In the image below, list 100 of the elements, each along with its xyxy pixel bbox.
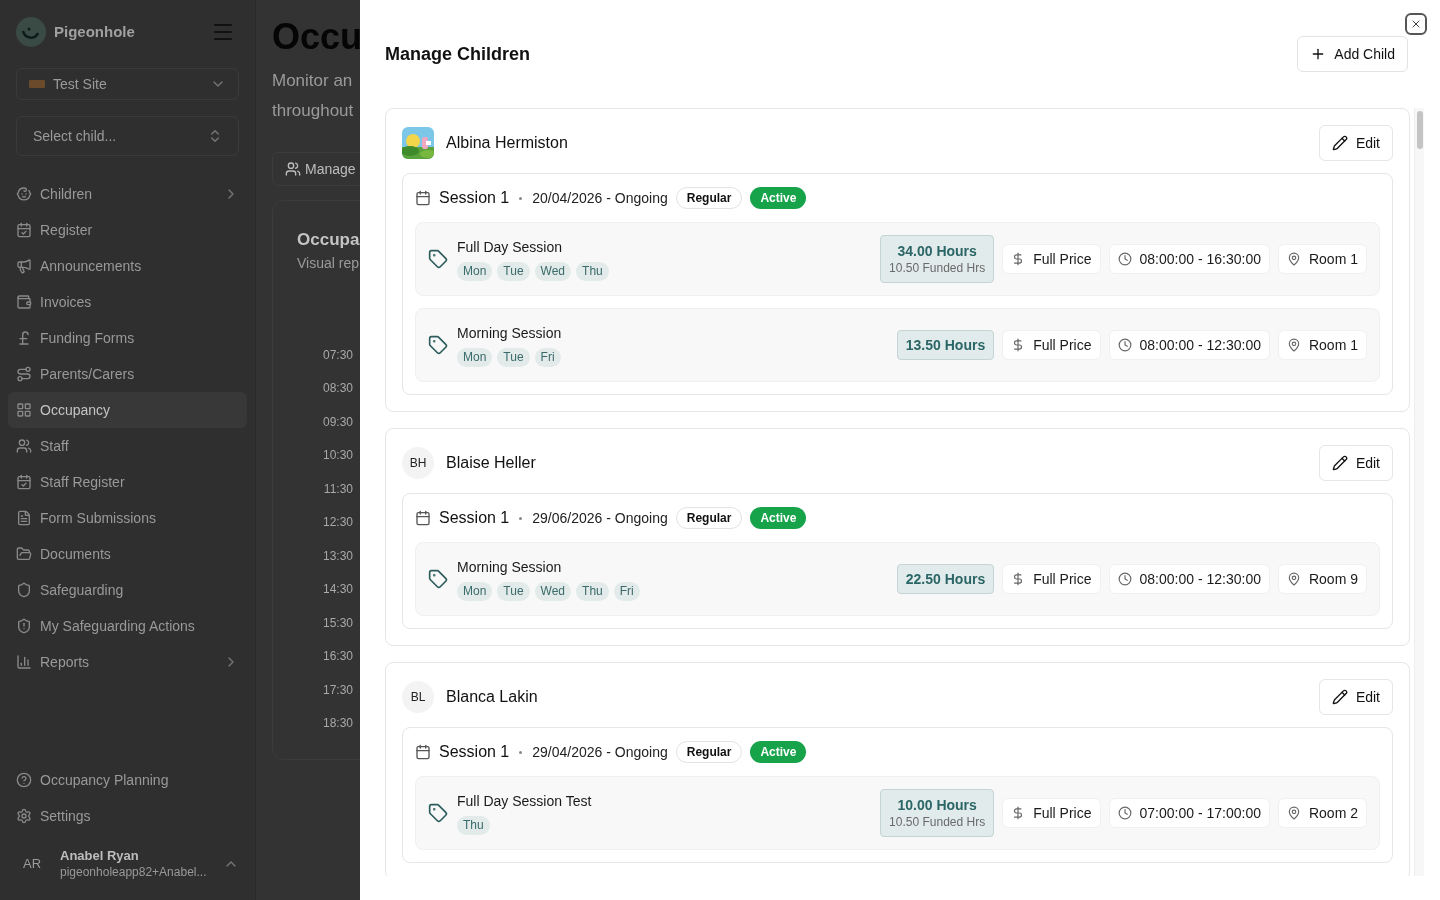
nav-item[interactable]: Register: [8, 212, 247, 248]
nav-item[interactable]: Children: [8, 176, 247, 212]
avatar-initials: BH: [402, 447, 434, 479]
funded-hours: 10.50 Funded Hrs: [889, 814, 986, 830]
nav-item[interactable]: Reports: [8, 644, 247, 680]
card-title: Occupa: [297, 229, 360, 251]
time-label: 16:30: [322, 648, 353, 665]
day-tag: Fri: [534, 348, 561, 367]
time-chip: 08:00:00 - 16:30:00: [1108, 244, 1270, 274]
time-chip: 08:00:00 - 12:30:00: [1108, 564, 1270, 594]
route-icon: [16, 366, 32, 382]
time-label: 17:30: [322, 681, 353, 699]
nav-item[interactable]: Documents: [8, 536, 247, 572]
time-label: 11:30: [323, 480, 353, 498]
nav-item[interactable]: Funding Forms: [8, 320, 247, 356]
tag-icon: [428, 569, 448, 589]
map-pin-icon: [1286, 252, 1301, 266]
user-email: pigeonholeapp82+Anabel...: [60, 864, 208, 880]
session-title: Session 1: [439, 742, 510, 762]
tag-icon: [428, 249, 448, 269]
day-tag: Tue: [497, 262, 530, 281]
edit-button[interactable]: Edit: [1318, 445, 1393, 481]
nav-item[interactable]: Occupancy: [8, 392, 247, 428]
page-subtitle: throughout: [272, 100, 355, 122]
pencil-icon: [1331, 689, 1348, 705]
nav-item[interactable]: Form Submissions: [8, 500, 247, 536]
session-dates: 29/06/2026 - Ongoing: [532, 508, 668, 528]
map-pin-icon: [1286, 806, 1301, 820]
time-label: 08:30: [322, 380, 353, 397]
pound-icon: [16, 330, 32, 346]
price-chip: Full Price: [1002, 564, 1101, 594]
user-name: Anabel Ryan: [60, 848, 140, 865]
session-dates: 20/04/2026 - Ongoing: [532, 188, 668, 208]
nav-item[interactable]: Safeguarding: [8, 572, 247, 608]
nav-item[interactable]: Staff: [8, 428, 247, 464]
nav-item[interactable]: Parents/Carers: [8, 356, 247, 392]
baby-face-icon: [16, 186, 32, 202]
nav-item[interactable]: Invoices: [8, 284, 247, 320]
price-chip: Full Price: [1002, 798, 1101, 828]
map-pin-icon: [1286, 338, 1301, 352]
clock-icon: [1117, 806, 1132, 820]
session-dates: 29/04/2026 - Ongoing: [532, 742, 668, 762]
hours-total: 22.50 Hours: [905, 570, 986, 588]
site-select[interactable]: Test Site: [16, 68, 239, 100]
nav-item[interactable]: Announcements: [8, 248, 247, 284]
add-child-button[interactable]: Add Child: [1297, 36, 1408, 72]
time-label: 18:30: [322, 715, 353, 732]
bird-logo-icon: [16, 17, 46, 47]
session-name: Morning Session: [457, 558, 563, 577]
child-select[interactable]: Select child...: [16, 116, 239, 156]
time-label: 12:30: [322, 514, 353, 531]
nav-item[interactable]: Staff Register: [8, 464, 247, 500]
scrollbar[interactable]: [1414, 108, 1424, 876]
shield-alert-icon: [16, 618, 32, 634]
child-name: Blaise Heller: [446, 453, 536, 473]
day-tag: Wed: [534, 582, 572, 601]
calendar-icon: [415, 744, 431, 760]
calendar-check-icon: [16, 222, 32, 238]
status-badge: Active: [750, 187, 807, 209]
close-button[interactable]: [1405, 13, 1427, 35]
user-menu[interactable]: AR Anabel Ryan pigeonholeapp82+Anabel...: [16, 838, 239, 890]
panel-title: Manage Children: [385, 42, 531, 66]
close-icon: [1410, 18, 1422, 30]
calendar-icon: [415, 190, 431, 206]
funded-hours: 10.50 Funded Hrs: [889, 260, 986, 276]
nav-item[interactable]: My Safeguarding Actions: [8, 608, 247, 644]
time-chip: 07:00:00 - 17:00:00: [1108, 798, 1270, 828]
day-tag: Thu: [457, 816, 490, 835]
day-tag: Mon: [457, 348, 493, 367]
tag-icon: [428, 803, 448, 823]
day-tag: Wed: [534, 262, 572, 281]
hours-total: 10.00 Hours: [897, 796, 977, 814]
child-name: Blanca Lakin: [446, 687, 538, 707]
day-tag: Thu: [576, 582, 609, 601]
card-subtitle: Visual rep: [297, 253, 360, 273]
edit-button[interactable]: Edit: [1318, 125, 1393, 161]
session-name: Full Day Session Test: [457, 792, 593, 811]
session-name: Full Day Session: [457, 238, 564, 257]
settings-icon: [16, 808, 32, 824]
users-icon: [285, 161, 301, 177]
time-label: 09:30: [322, 413, 353, 431]
day-tag: Tue: [497, 582, 530, 601]
status-badge: Active: [750, 741, 807, 763]
edit-button[interactable]: Edit: [1318, 679, 1393, 715]
clock-icon: [1117, 252, 1132, 266]
room-chip: Room 9: [1277, 564, 1367, 594]
nav-item[interactable]: Occupancy Planning: [16, 762, 239, 798]
shield-icon: [16, 582, 32, 598]
bar-chart-icon: [16, 654, 32, 670]
nav-item[interactable]: Settings: [16, 798, 239, 834]
avatar-initials: BL: [402, 681, 434, 713]
pencil-icon: [1331, 135, 1348, 151]
price-chip: Full Price: [1002, 244, 1101, 274]
child-name: Albina Hermiston: [446, 133, 568, 153]
session-title: Session 1: [439, 508, 510, 528]
folder-icon: [16, 546, 32, 562]
room-chip: Room 1: [1277, 244, 1367, 274]
time-label: 14:30: [322, 581, 353, 598]
day-tag: Tue: [497, 348, 530, 367]
brand-name: Pigeonhole: [54, 21, 135, 42]
